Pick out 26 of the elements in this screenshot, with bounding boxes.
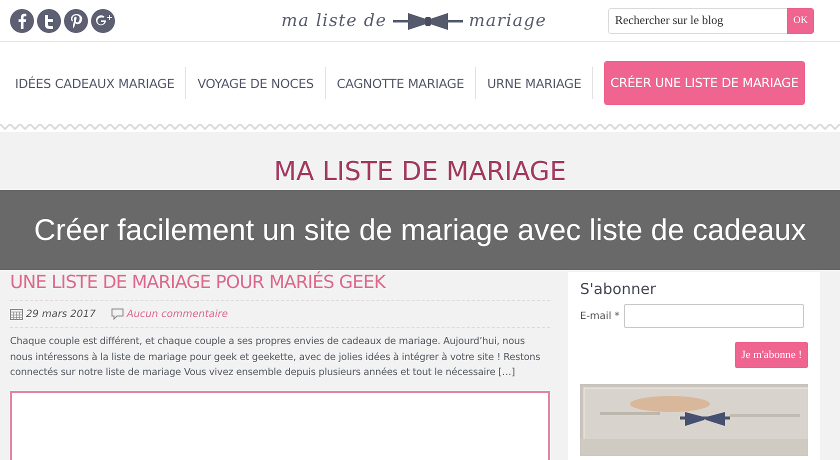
logo-text: ma liste de	[281, 10, 387, 30]
pinterest-icon[interactable]	[64, 8, 88, 32]
caption-text: Créer facilement un site de mariage avec liste de cadeaux	[32, 212, 808, 248]
comment-icon	[111, 308, 124, 320]
subscribe-button[interactable]: Je m'abonne !	[735, 342, 808, 368]
widget-title: S'abonner	[580, 280, 657, 298]
google-plus-icon[interactable]	[91, 8, 115, 32]
search-field[interactable]: Rechercher sur le blog	[608, 8, 788, 34]
post-excerpt: Chaque couple est différent, et chaque couple a ses propres envies de cadeaux de mariage. Aujourd’hui, nous nous intéressons à la liste de mariage pour geek et geekette, avec de jolies idées à intégrer à votre site ! Restons connectés sur notre liste de mariage Vous vivez ensemble depuis plusieurs années et tout le nécessaire […]	[10, 335, 542, 380]
nav-link[interactable]: CAGNOTTE MARIAGE	[330, 76, 470, 90]
nav-link[interactable]: CRÉER UNE LISTE DE MARIAGE	[604, 61, 805, 105]
search-button[interactable]: OK	[787, 8, 814, 34]
bow-tie-icon	[392, 12, 463, 30]
nav-link[interactable]: IDÉES CADEAUX MARIAGE	[9, 76, 180, 90]
nav-link[interactable]: URNE MARIAGE	[481, 76, 588, 90]
email-label: E-mail *	[580, 310, 620, 322]
facebook-icon[interactable]	[10, 8, 34, 32]
logo-text: mariage	[468, 10, 547, 30]
twitter-icon[interactable]	[37, 8, 61, 32]
nav-link[interactable]: VOYAGE DE NOCES	[191, 76, 320, 90]
post-title-link[interactable]: UNE LISTE DE MARIAGE POUR MARIÉS GEEK	[10, 272, 550, 301]
post-date: 29 mars 2017	[26, 308, 96, 320]
page-title: MA LISTE DE MARIAGE	[274, 156, 566, 188]
calendar-icon	[10, 309, 23, 320]
email-field[interactable]	[624, 304, 804, 328]
comments-link[interactable]: Aucun commentaire	[126, 308, 228, 320]
